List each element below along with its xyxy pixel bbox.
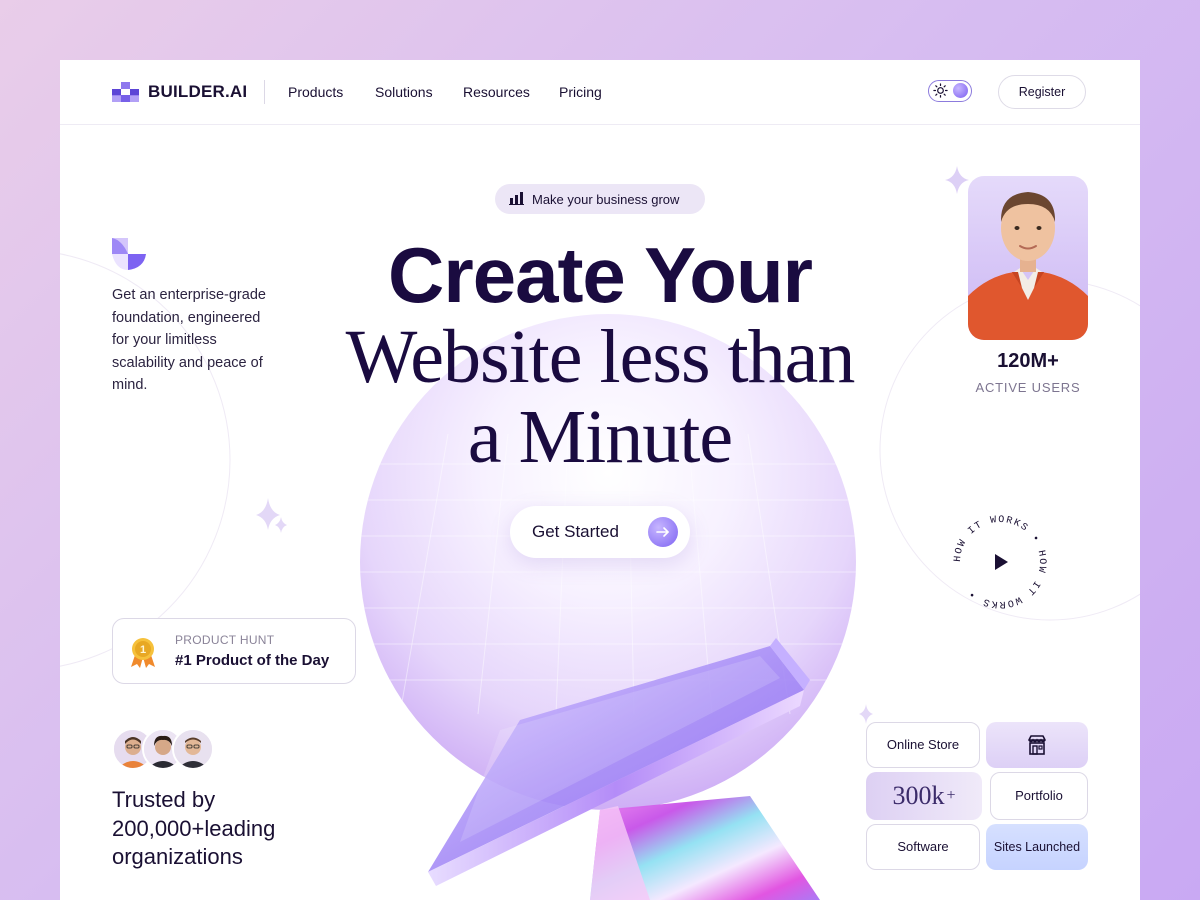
hero-title-line-3: a Minute	[467, 395, 733, 479]
builder-logo-icon[interactable]	[112, 82, 140, 102]
tile-sites-launched: Sites Launched	[986, 824, 1088, 870]
medal-number: 1	[140, 644, 146, 656]
brand-name[interactable]: BUILDER.AI	[148, 82, 247, 102]
tile-online-store[interactable]: Online Store	[866, 722, 980, 768]
active-users-count: 120M+	[997, 350, 1059, 372]
sites-count-suffix: +	[946, 787, 956, 804]
sparkle-icon	[275, 517, 287, 533]
avatar	[172, 728, 214, 770]
user-portrait	[968, 192, 1088, 340]
tile-store-icon[interactable]	[986, 722, 1088, 768]
medal-icon: 1	[131, 638, 155, 668]
trusted-by-text: Trusted by 200,000+leading organizations	[112, 787, 276, 869]
play-icon	[995, 554, 1008, 570]
sparkle-icon	[859, 704, 873, 724]
nav-link-pricing[interactable]: Pricing	[559, 84, 602, 100]
how-it-works-badge[interactable]: HOW IT WORKS • HOW IT WORKS •	[938, 500, 1062, 624]
theme-toggle[interactable]	[928, 80, 972, 102]
landing-page: BUILDER.AI Products Solutions Resources …	[60, 60, 1140, 900]
active-users-label: ACTIVE USERS	[975, 380, 1081, 395]
register-button[interactable]: Register	[998, 75, 1086, 109]
storefront-icon	[1028, 735, 1046, 755]
glass-prism-illustration	[428, 638, 820, 900]
tile-portfolio[interactable]: Portfolio	[990, 772, 1088, 820]
user-photo-card	[968, 176, 1088, 340]
nav-divider	[264, 80, 265, 104]
pill-label: Make your business grow	[532, 192, 680, 207]
arrow-right-icon	[648, 517, 678, 547]
sun-icon	[933, 83, 948, 98]
top-navigation: BUILDER.AI Products Solutions Resources …	[60, 60, 1140, 125]
nav-link-resources[interactable]: Resources	[463, 84, 530, 100]
toggle-knob	[953, 83, 968, 98]
cta-label: Get Started	[532, 522, 619, 541]
sites-count-tile: 300k +	[866, 772, 982, 820]
sites-count: 300k	[892, 781, 945, 810]
get-started-button[interactable]: Get Started	[510, 506, 690, 558]
grow-pill: Make your business grow	[495, 184, 705, 214]
avatar-icon	[174, 730, 212, 768]
product-hunt-label: PRODUCT HUNT	[175, 633, 275, 647]
bar-chart-icon	[509, 192, 524, 205]
nav-link-products[interactable]: Products	[288, 84, 343, 100]
sparkle-icon	[945, 166, 969, 194]
nav-link-solutions[interactable]: Solutions	[375, 84, 433, 100]
tile-software[interactable]: Software	[866, 824, 980, 870]
avatar-group	[112, 728, 216, 770]
product-hunt-card[interactable]: 1 PRODUCT HUNT #1 Product of the Day	[112, 618, 356, 684]
product-hunt-title: #1 Product of the Day	[175, 652, 330, 669]
